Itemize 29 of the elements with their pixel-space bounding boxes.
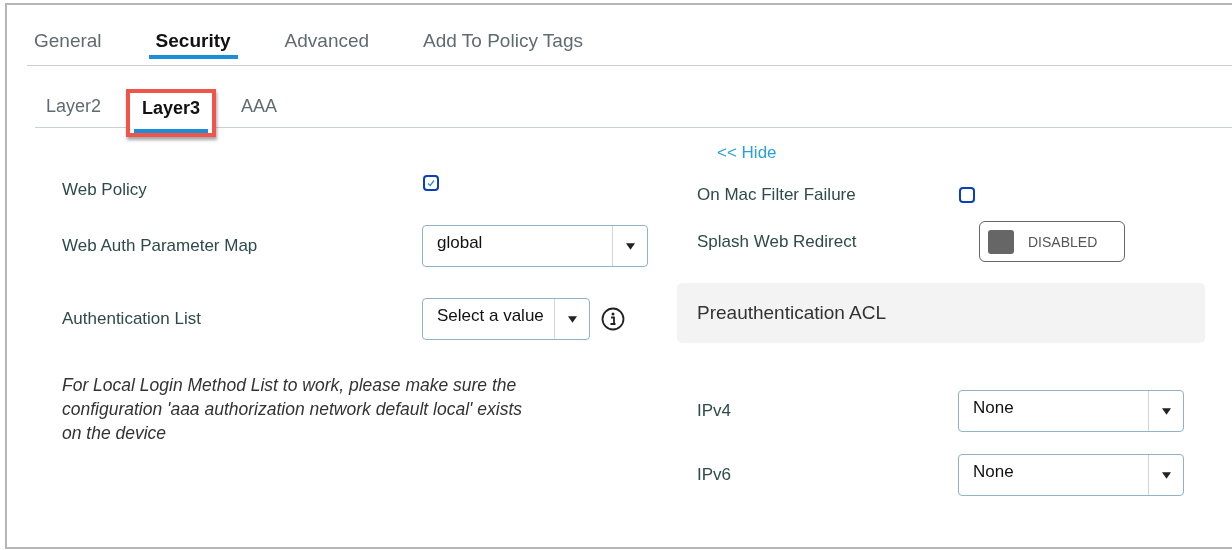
tab[interactable]: AAA bbox=[233, 94, 286, 124]
caret-icon bbox=[1161, 407, 1171, 415]
field-label: IPv4 bbox=[696, 401, 733, 421]
help-note: For Local Login Method List to work, please make sure the configuration 'aaa authorization network default local' exists on the device bbox=[62, 374, 523, 445]
tab[interactable]: Advanced bbox=[277, 25, 377, 59]
tab[interactable]: Security bbox=[148, 25, 238, 59]
field-label: IPv6 bbox=[696, 465, 733, 485]
field-label: Splash Web Redirect bbox=[696, 231, 858, 252]
info-icon[interactable] bbox=[601, 307, 625, 331]
checkbox[interactable] bbox=[959, 187, 975, 203]
field-label: Web Auth Parameter Map bbox=[62, 236, 259, 256]
caret-icon bbox=[1161, 471, 1171, 479]
field-label: Authentication List bbox=[62, 309, 202, 329]
tab[interactable]: Add To Policy Tags bbox=[416, 25, 590, 59]
checkbox[interactable] bbox=[423, 175, 439, 191]
checkmark-icon bbox=[426, 178, 436, 188]
dropdown[interactable]: None bbox=[958, 454, 1184, 496]
tab[interactable]: Layer2 bbox=[38, 94, 110, 124]
tab[interactable]: General bbox=[27, 25, 109, 59]
field-label: On Mac Filter Failure bbox=[696, 185, 857, 205]
dropdown[interactable]: None bbox=[958, 390, 1184, 432]
dropdown[interactable]: global bbox=[422, 225, 648, 267]
field-label: Web Policy bbox=[62, 180, 148, 200]
caret-icon bbox=[625, 242, 635, 250]
section-header: Preauthentication ACL bbox=[677, 283, 1205, 343]
dropdown[interactable]: Select a value bbox=[422, 298, 590, 340]
toggle-switch[interactable]: DISABLED bbox=[979, 221, 1125, 262]
caret-icon bbox=[567, 315, 577, 323]
tab[interactable]: Layer3 bbox=[134, 96, 209, 133]
